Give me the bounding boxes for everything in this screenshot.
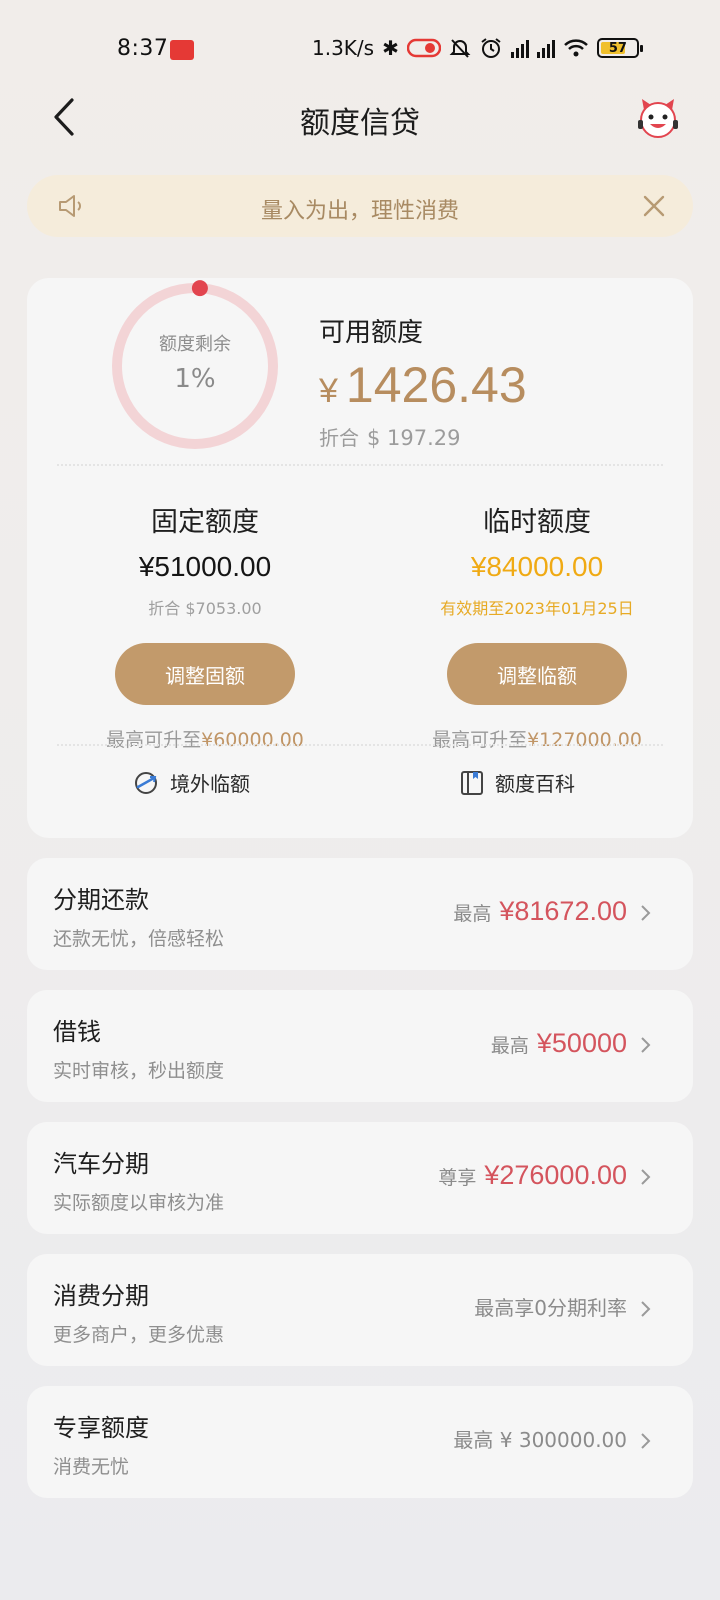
fixed-credit-title: 固定额度 xyxy=(151,507,259,538)
page-title: 额度信贷 xyxy=(300,106,420,141)
service-value: 最高 ¥ 300000.00 xyxy=(453,1428,627,1452)
service-borrow-money[interactable]: 借钱 实时审核，秒出额度 最高 ¥50000 xyxy=(27,990,693,1102)
available-value: 1426.43 xyxy=(345,357,527,413)
available-currency: ¥ xyxy=(319,372,338,410)
service-consumer-installment[interactable]: 消费分期 更多商户，更多优惠 最高享0分期利率 xyxy=(27,1254,693,1366)
service-installment-repayment[interactable]: 分期还款 还款无忧，倍感轻松 最高 ¥81672.00 xyxy=(27,858,693,970)
service-value: 最高享0分期利率 xyxy=(474,1296,627,1320)
signal-hd-1-icon xyxy=(510,38,529,58)
service-prefix: 最高 xyxy=(490,1035,529,1057)
credit-encyclopedia-label: 额度百科 xyxy=(495,772,575,796)
book-icon xyxy=(461,770,483,795)
temp-max-prefix: 最高可升至 xyxy=(432,729,528,751)
chevron-right-icon xyxy=(641,1433,651,1449)
chevron-right-icon xyxy=(641,1301,651,1317)
service-title: 借钱 xyxy=(53,1018,101,1046)
adjust-temp-button[interactable]: 调整临额 xyxy=(447,643,627,705)
fixed-max-prefix: 最高可升至 xyxy=(106,729,202,751)
temp-max-value: ¥127000.00 xyxy=(527,729,642,751)
toggle-icon xyxy=(406,38,441,58)
service-subtitle: 实际额度以审核为准 xyxy=(53,1192,225,1214)
service-title: 分期还款 xyxy=(53,886,149,914)
credit-card: 额度剩余 1% 可用额度 ¥1426.43 折合 $ 197.29 固定额度 ¥5… xyxy=(27,278,693,838)
battery-icon: 57 xyxy=(596,38,643,58)
service-value: ¥81672.00 xyxy=(499,896,627,926)
fixed-credit-amount: ¥51000.00 xyxy=(138,551,272,582)
mascot-icon[interactable] xyxy=(636,96,680,140)
notice-bar: 量入为出，理性消费 xyxy=(27,175,693,237)
service-title: 汽车分期 xyxy=(53,1150,149,1178)
available-usd: 折合 $ 197.29 xyxy=(319,422,461,451)
available-label: 可用额度 xyxy=(319,318,424,348)
fixed-credit-usd: 折合 $7053.00 xyxy=(148,599,262,618)
service-subtitle: 更多商户，更多优惠 xyxy=(53,1324,225,1346)
service-value-group: 最高 ¥81672.00 xyxy=(453,896,627,927)
credit-encyclopedia-link[interactable]: 额度百科 xyxy=(459,768,575,797)
alarm-icon xyxy=(481,38,501,58)
divider xyxy=(57,464,663,466)
service-exclusive-credit[interactable]: 专享额度 消费无忧 最高 ¥ 300000.00 xyxy=(27,1386,693,1498)
service-title: 消费分期 xyxy=(53,1282,149,1310)
chevron-right-icon xyxy=(641,1037,651,1053)
service-subtitle: 还款无忧，倍感轻松 xyxy=(53,928,225,950)
overseas-temp-credit-link[interactable]: 境外临额 xyxy=(132,768,250,797)
fixed-credit-column: 固定额度 ¥51000.00 折合 $7053.00 调整固额 最高可升至¥60… xyxy=(55,500,355,752)
service-value-group: 最高享0分期利率 xyxy=(474,1292,627,1321)
temp-credit-max: 最高可升至¥127000.00 xyxy=(387,725,687,752)
service-prefix: 尊享 xyxy=(438,1167,477,1189)
header: 额度信贷 xyxy=(0,88,720,148)
service-value-group: 最高 ¥50000 xyxy=(491,1028,627,1059)
fixed-credit-max: 最高可升至¥60000.00 xyxy=(55,725,355,752)
network-speed: 1.3K/s xyxy=(312,36,375,60)
temp-credit-expiry: 有效期至2023年01月25日 xyxy=(440,599,634,618)
status-right-group: 1.3K/s ✱ 57 xyxy=(312,34,643,62)
service-prefix: 最高 xyxy=(453,903,492,925)
service-value-group: 尊享 ¥276000.00 xyxy=(438,1160,627,1191)
globe-plane-icon xyxy=(135,771,157,794)
battery-level: 57 xyxy=(608,40,627,56)
overseas-temp-credit-label: 境外临额 xyxy=(170,772,250,796)
available-amount: ¥1426.43 xyxy=(319,356,527,414)
app-notification-icon xyxy=(170,40,194,60)
mute-icon xyxy=(449,39,471,58)
service-subtitle: 实时审核，秒出额度 xyxy=(53,1060,225,1082)
wifi-icon xyxy=(564,39,588,57)
status-time: 8:37 xyxy=(117,36,169,61)
service-title: 专享额度 xyxy=(53,1414,149,1442)
service-car-installment[interactable]: 汽车分期 实际额度以审核为准 尊享 ¥276000.00 xyxy=(27,1122,693,1234)
temp-credit-column: 临时额度 ¥84000.00 有效期至2023年01月25日 调整临额 最高可升… xyxy=(387,500,687,752)
ring-percent: 1% xyxy=(174,364,216,394)
divider xyxy=(57,744,663,746)
notice-text: 量入为出，理性消费 xyxy=(260,199,459,224)
fixed-max-value: ¥60000.00 xyxy=(201,729,304,751)
service-value: ¥276000.00 xyxy=(484,1160,627,1190)
close-icon[interactable] xyxy=(639,191,669,221)
service-value-group: 最高 ¥ 300000.00 xyxy=(453,1424,627,1453)
temp-credit-title: 临时额度 xyxy=(483,507,591,538)
service-value: ¥50000 xyxy=(536,1028,627,1058)
chevron-right-icon xyxy=(641,905,651,921)
signal-hd-2-icon xyxy=(536,38,555,58)
temp-credit-amount: ¥84000.00 xyxy=(470,551,604,582)
service-subtitle: 消费无忧 xyxy=(53,1456,130,1478)
status-bar: 8:37 1.3K/s ✱ 57 xyxy=(0,0,720,100)
adjust-fixed-button[interactable]: 调整固额 xyxy=(115,643,295,705)
ring-label: 额度剩余 xyxy=(159,334,231,355)
chevron-right-icon xyxy=(641,1169,651,1185)
usd-amount: $ 197.29 xyxy=(367,426,461,450)
bluetooth-icon: ✱ xyxy=(382,36,399,60)
usd-label: 折合 xyxy=(319,426,359,450)
